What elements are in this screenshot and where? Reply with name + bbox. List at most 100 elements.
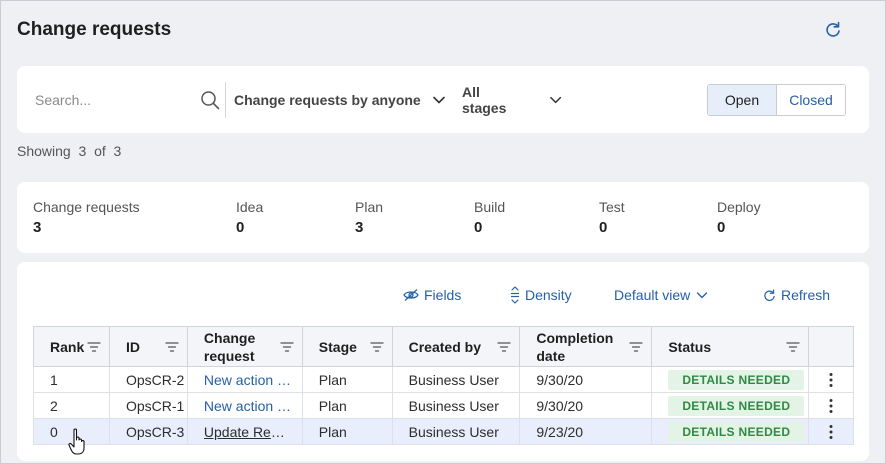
cell-status: DETAILS NEEDED [651,418,810,445]
cell-actions [808,392,854,419]
column-header-change-request[interactable]: Change request [186,326,303,367]
density-label: Density [525,287,572,303]
filter-icon[interactable] [786,340,800,354]
column-header-stage[interactable]: Stage [301,326,393,367]
cell-rank: 2 [33,392,110,419]
table-refresh-button[interactable]: Refresh [763,285,830,305]
fields-button[interactable]: Fields [403,285,461,305]
stat-value: 0 [599,219,608,236]
stat-change-requests: Change requests 3 [33,199,140,236]
stat-label: Idea [236,199,264,215]
fields-label: Fields [424,287,462,303]
cell-stage: Plan [301,418,393,445]
density-icon [511,286,519,304]
chevron-down-icon [433,96,445,104]
filter-icon[interactable] [629,340,643,354]
filter-icon[interactable] [280,340,294,354]
showing-count: 3 [78,143,87,159]
table-row[interactable]: 1 OpsCR-2 New action … Plan Business Use… [33,366,854,393]
cell-status: DETAILS NEEDED [651,392,810,419]
cell-change-request: New action … [186,392,303,419]
view-label: Default view [614,287,691,303]
stat-value: 0 [236,219,245,236]
stat-label: Change requests [33,199,140,215]
column-header-actions [808,326,854,367]
column-label: Status [668,338,712,355]
results-count: Showing 3 of 3 [17,143,121,159]
status-badge: DETAILS NEEDED [668,369,805,390]
filter-bar: Change requests by anyone All stages Ope… [17,66,869,133]
stage-filter-dropdown[interactable]: All stages [462,84,562,116]
page-header: Change requests [1,1,885,63]
stat-label: Deploy [717,199,761,215]
refresh-label: Refresh [781,287,831,303]
cell-stage: Plan [301,392,393,419]
divider [225,82,226,118]
cell-created-by: Business User [391,366,521,393]
cell-id: OpsCR-2 [108,366,188,393]
column-label: Rank [50,338,85,355]
column-header-created-by[interactable]: Created by [391,326,521,367]
change-request-link[interactable]: Update Rew… [204,424,294,440]
cell-change-request: Update Rew… [186,418,303,445]
column-header-status[interactable]: Status [651,326,810,367]
stat-label: Test [599,199,625,215]
column-header-completion-date[interactable]: Completion date [519,326,653,367]
column-label: Completion date [536,329,614,364]
more-vertical-icon[interactable] [828,398,834,414]
stage-filter-label: All stages [462,84,507,116]
cell-completion-date: 9/23/20 [519,418,653,445]
filter-icon[interactable] [87,340,101,354]
column-header-rank[interactable]: Rank [33,326,110,367]
cell-id: OpsCR-1 [108,392,188,419]
refresh-icon [764,288,775,301]
change-requests-table: Rank ID Change request Stage Created by … [33,326,854,445]
change-request-link[interactable]: New action … [204,372,291,388]
stat-idea: Idea 0 [236,199,263,236]
showing-total: 3 [113,143,122,159]
owner-filter-dropdown[interactable]: Change requests by anyone [234,88,448,112]
stat-value: 0 [717,219,726,236]
stat-value: 3 [355,219,364,236]
stat-value: 3 [33,219,42,236]
stat-value: 0 [474,219,483,236]
closed-toggle-button[interactable]: Closed [777,85,845,115]
table-row[interactable]: 2 OpsCR-1 New action … Plan Business Use… [33,392,854,419]
table-row[interactable]: 0 OpsCR-3 Update Rew… Plan Business User… [33,418,854,445]
chevron-down-icon [697,292,708,299]
search-icon[interactable] [200,90,220,110]
stat-label: Plan [355,199,384,215]
owner-filter-label: Change requests by anyone [234,92,421,108]
search-input[interactable] [35,88,195,112]
stat-label: Build [474,199,506,215]
showing-prefix: Showing [17,143,71,159]
stat-plan: Plan 3 [355,199,383,236]
column-label: Stage [318,338,357,355]
more-vertical-icon[interactable] [828,424,834,440]
stat-deploy: Deploy 0 [717,199,761,236]
status-badge: DETAILS NEEDED [668,395,805,416]
cell-created-by: Business User [391,418,521,445]
column-header-id[interactable]: ID [108,326,188,367]
cell-change-request: New action … [186,366,303,393]
cell-actions [808,418,854,445]
filter-icon[interactable] [497,340,512,354]
stage-summary: Change requests 3 Idea 0 Plan 3 Build 0 … [17,182,869,253]
density-button[interactable]: Density [510,285,572,305]
open-toggle-button[interactable]: Open [708,85,777,115]
stat-test: Test 0 [599,199,625,236]
eye-slash-icon [403,289,419,301]
filter-icon[interactable] [165,340,179,354]
cell-id: OpsCR-3 [108,418,188,445]
column-label: Created by [408,338,481,355]
filter-icon[interactable] [369,340,384,354]
cell-created-by: Business User [391,392,521,419]
more-vertical-icon[interactable] [828,372,834,388]
change-request-link[interactable]: New action … [204,398,291,414]
status-badge: DETAILS NEEDED [668,421,805,442]
table-header-row: Rank ID Change request Stage Created by … [33,326,854,367]
refresh-icon[interactable] [823,20,843,40]
cell-stage: Plan [301,366,393,393]
cell-rank: 1 [33,366,110,393]
view-selector[interactable]: Default view [614,285,708,305]
